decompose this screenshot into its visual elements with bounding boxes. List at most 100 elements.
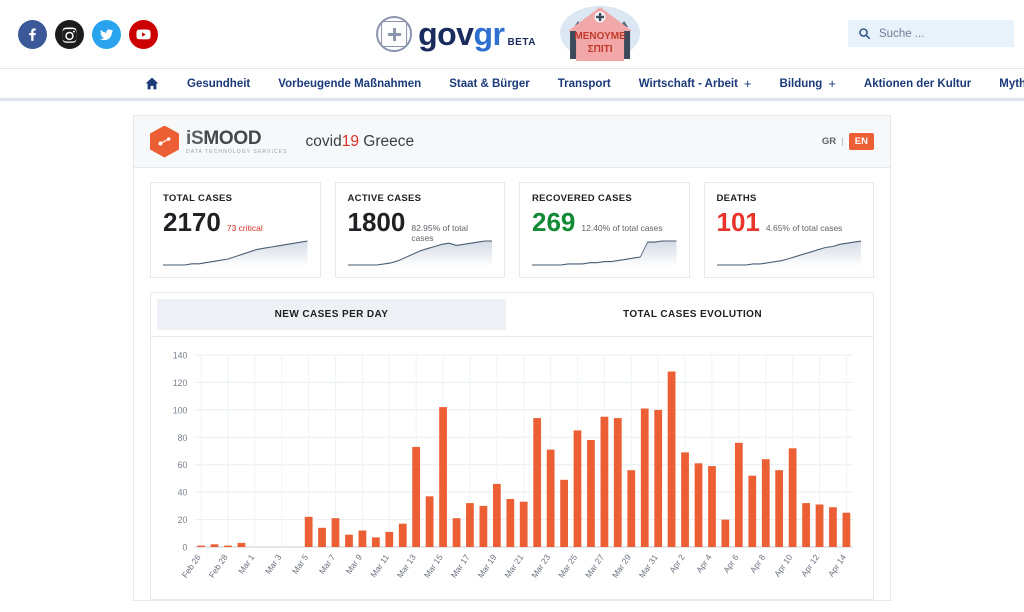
tab-new-cases-per-day[interactable]: NEW CASES PER DAY xyxy=(157,299,506,330)
nav-item-mythen-ueber-covid-19[interactable]: Mythen über Covid-19 xyxy=(985,78,1024,90)
covid-dashboard: iSMOOD DATA TECHNOLOGY SERVICES covid19 … xyxy=(133,115,891,601)
stat-card-active-cases: ACTIVE CASES 1800 82.95% of total cases xyxy=(334,182,505,278)
main-navigation: Gesundheit Vorbeugende Maßnahmen Staat &… xyxy=(0,68,1024,101)
title-suffix: Greece xyxy=(358,132,415,150)
svg-text:20: 20 xyxy=(178,515,188,525)
tab-total-cases-evolution[interactable]: TOTAL CASES EVOLUTION xyxy=(518,299,867,330)
nav-item-bildung[interactable]: Bildung + xyxy=(766,76,850,91)
tab-label: NEW CASES PER DAY xyxy=(274,309,389,320)
svg-text:ΜΕΝΟΥΜΕ: ΜΕΝΟΥΜΕ xyxy=(574,31,626,42)
instagram-icon[interactable] xyxy=(55,19,84,49)
chart-panel: NEW CASES PER DAY TOTAL CASES EVOLUTION … xyxy=(150,292,874,600)
stat-value: 1800 xyxy=(347,207,406,237)
svg-text:Feb 28: Feb 28 xyxy=(207,552,230,580)
svg-text:Mar 17: Mar 17 xyxy=(449,552,472,580)
svg-text:Apr 4: Apr 4 xyxy=(694,552,714,575)
nav-label: Gesundheit xyxy=(187,77,251,90)
svg-text:100: 100 xyxy=(173,405,188,415)
ismood-logo[interactable]: iSMOOD DATA TECHNOLOGY SERVICES xyxy=(150,125,288,158)
stat-subtext: 73 critical xyxy=(226,223,263,233)
nav-home-button[interactable] xyxy=(131,77,173,90)
svg-text:Mar 7: Mar 7 xyxy=(317,552,338,576)
svg-text:Apr 12: Apr 12 xyxy=(799,552,821,579)
nav-label: Transport xyxy=(557,77,611,90)
stat-value: 269 xyxy=(532,207,576,237)
home-icon xyxy=(145,77,159,90)
svg-text:80: 80 xyxy=(178,433,188,443)
menoume-spiti-banner[interactable]: ΜΕΝΟΥΜΕ ΣΠΙΤΙ xyxy=(552,3,648,65)
tab-label: TOTAL CASES EVOLUTION xyxy=(623,309,762,320)
govgr-logo[interactable]: gov gr BETA xyxy=(418,16,536,53)
greek-emblem-icon xyxy=(376,16,413,52)
chart-tabs: NEW CASES PER DAY TOTAL CASES EVOLUTION xyxy=(151,293,873,336)
stat-cards: TOTAL CASES 2170 73 critical ACTIVE CASE… xyxy=(134,168,890,278)
stat-value: 2170 xyxy=(163,207,221,237)
stat-label: TOTAL CASES xyxy=(163,193,233,204)
beta-badge: BETA xyxy=(507,36,536,48)
nav-item-wirtschaft-arbeit[interactable]: Wirtschaft - Arbeit + xyxy=(625,76,766,91)
ismood-hex-icon xyxy=(150,125,179,158)
dashboard-header: iSMOOD DATA TECHNOLOGY SERVICES covid19 … xyxy=(134,116,890,168)
ismood-name-bold: MOOD xyxy=(203,127,262,149)
ismood-name-light: iS xyxy=(186,127,204,149)
youtube-icon[interactable] xyxy=(129,19,158,49)
svg-text:Mar 15: Mar 15 xyxy=(422,552,445,580)
nav-item-gesundheit[interactable]: Gesundheit xyxy=(173,78,264,90)
nav-item-staat-buerger[interactable]: Staat & Bürger xyxy=(435,78,544,90)
svg-text:120: 120 xyxy=(173,378,188,388)
nav-item-transport[interactable]: Transport xyxy=(544,78,625,90)
nav-label: Aktionen der Kultur xyxy=(863,77,972,90)
lang-option-gr[interactable]: GR xyxy=(822,136,836,147)
search-icon xyxy=(858,27,871,40)
nav-label: Wirtschaft - Arbeit xyxy=(638,77,738,90)
dashboard-title: covid19 Greece xyxy=(306,133,415,151)
svg-text:40: 40 xyxy=(178,488,188,498)
svg-text:60: 60 xyxy=(178,460,188,470)
nav-item-vorbeugende-massnahmen[interactable]: Vorbeugende Maßnahmen xyxy=(264,78,435,90)
twitter-icon[interactable] xyxy=(92,19,121,49)
site-brand[interactable]: gov gr BETA ΜΕΝΟΥΜΕ ΣΠΙΤΙ xyxy=(376,0,648,68)
facebook-icon[interactable] xyxy=(18,19,47,49)
lang-option-en[interactable]: EN xyxy=(848,133,874,150)
svg-text:Mar 5: Mar 5 xyxy=(290,552,311,576)
govgr-gr-text: gr xyxy=(473,15,505,52)
svg-text:ΣΠΙΤΙ: ΣΠΙΤΙ xyxy=(587,44,612,55)
svg-text:Apr 10: Apr 10 xyxy=(772,552,794,579)
svg-text:Mar 9: Mar 9 xyxy=(344,552,365,576)
sparkline-deaths xyxy=(716,237,861,267)
language-switcher: GR | EN xyxy=(822,133,874,150)
svg-text:Apr 6: Apr 6 xyxy=(721,552,741,575)
govgr-gov-text: gov xyxy=(418,15,474,52)
nav-label: Mythen über Covid-19 xyxy=(999,77,1024,90)
svg-text:140: 140 xyxy=(173,350,188,360)
svg-text:Apr 2: Apr 2 xyxy=(667,552,687,575)
svg-text:Apr 14: Apr 14 xyxy=(826,552,848,579)
stat-value: 101 xyxy=(716,207,760,237)
stat-label: RECOVERED CASES xyxy=(532,193,633,204)
stat-card-recovered-cases: RECOVERED CASES 269 12.40% of total case… xyxy=(519,182,690,278)
site-header: gov gr BETA ΜΕΝΟΥΜΕ ΣΠΙΤΙ Suche ... xyxy=(0,0,1024,68)
svg-text:Apr 8: Apr 8 xyxy=(748,552,768,575)
svg-text:Mar 27: Mar 27 xyxy=(583,552,606,580)
svg-text:Mar 13: Mar 13 xyxy=(395,552,418,580)
svg-text:Mar 1: Mar 1 xyxy=(236,552,257,576)
svg-text:Mar 23: Mar 23 xyxy=(529,552,552,580)
social-links xyxy=(18,19,158,49)
svg-text:Mar 19: Mar 19 xyxy=(476,552,499,580)
search-input[interactable]: Suche ... xyxy=(879,28,924,40)
stat-card-total-cases: TOTAL CASES 2170 73 critical xyxy=(150,182,321,278)
title-highlight: 19 xyxy=(341,132,359,150)
nav-item-aktionen-der-kultur[interactable]: Aktionen der Kultur xyxy=(850,78,985,90)
new-cases-per-day-bar-chart[interactable]: 0 20 40 60 80 100 120 140 Feb 26 Feb 28 Mar 1 Mar 3… xyxy=(157,347,861,599)
stat-card-deaths: DEATHS 101 4.65% of total cases xyxy=(703,182,874,278)
nav-label: Bildung xyxy=(779,77,823,90)
svg-text:Mar 29: Mar 29 xyxy=(610,552,633,580)
search-box[interactable]: Suche ... xyxy=(848,20,1014,47)
expand-plus-icon[interactable]: + xyxy=(744,76,752,91)
svg-text:Mar 3: Mar 3 xyxy=(263,552,284,576)
svg-text:Mar 25: Mar 25 xyxy=(556,552,579,580)
expand-plus-icon[interactable]: + xyxy=(828,76,836,91)
svg-text:Mar 31: Mar 31 xyxy=(637,552,660,580)
sparkline-active-cases xyxy=(347,237,492,267)
ismood-subtitle: DATA TECHNOLOGY SERVICES xyxy=(186,148,288,155)
